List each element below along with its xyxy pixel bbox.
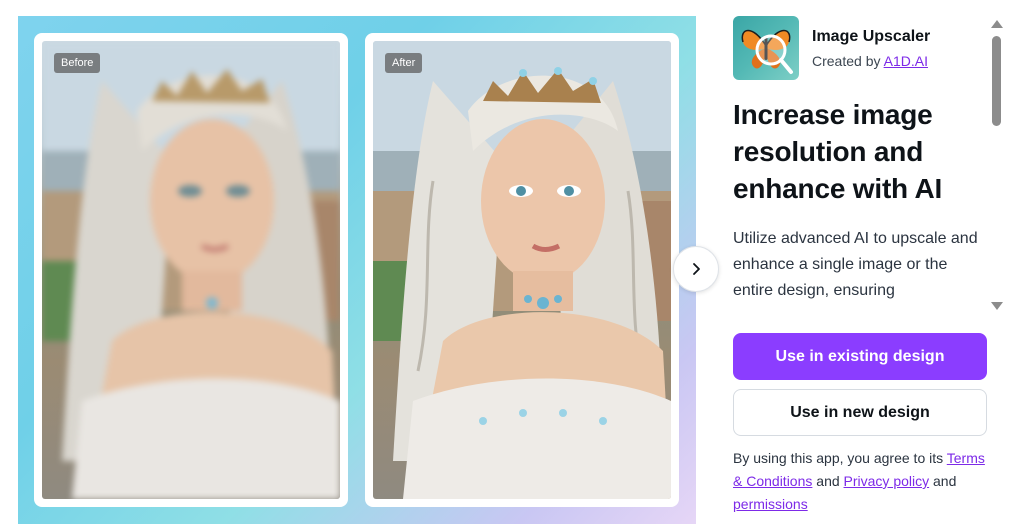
terms-notice: By using this app, you agree to its Term…: [733, 447, 993, 516]
after-image: After: [373, 41, 671, 499]
created-by-prefix: Created by: [812, 53, 881, 69]
created-by: Created by A1D.AI: [812, 53, 928, 69]
page-title: Increase image resolution and enhance wi…: [733, 99, 943, 204]
before-tag: Before: [54, 53, 101, 73]
terms-and: and: [933, 473, 957, 489]
before-card: Before: [34, 33, 348, 507]
author-link[interactable]: A1D.AI: [884, 53, 928, 69]
preview-panel: Before After: [18, 16, 696, 524]
portrait-illustration: [373, 41, 671, 499]
use-in-existing-design-button[interactable]: Use in existing design: [733, 333, 987, 380]
portrait-illustration: [42, 41, 340, 499]
terms-prefix: By using this app, you agree to its: [733, 450, 944, 466]
scroll-down-icon[interactable]: [991, 302, 1003, 310]
privacy-link[interactable]: Privacy policy: [844, 473, 930, 489]
after-tag: After: [385, 53, 423, 73]
permissions-link[interactable]: permissions: [733, 496, 808, 512]
use-in-new-design-button[interactable]: Use in new design: [733, 389, 987, 436]
butterfly-magnifier-icon: [733, 16, 799, 80]
chevron-right-icon: [693, 263, 700, 275]
next-preview-button[interactable]: [673, 246, 719, 292]
app-name: Image Upscaler: [812, 28, 931, 45]
scroll-up-icon[interactable]: [991, 20, 1003, 28]
scrollbar[interactable]: [990, 16, 1004, 314]
after-card: After: [365, 33, 679, 507]
app-description-scroll[interactable]: Increase image resolution and enhance wi…: [733, 96, 985, 314]
before-image: Before: [42, 41, 340, 499]
app-description: Utilize advanced AI to upscale and enhan…: [733, 230, 978, 299]
terms-and: and: [816, 473, 840, 489]
scrollbar-thumb[interactable]: [992, 36, 1001, 126]
